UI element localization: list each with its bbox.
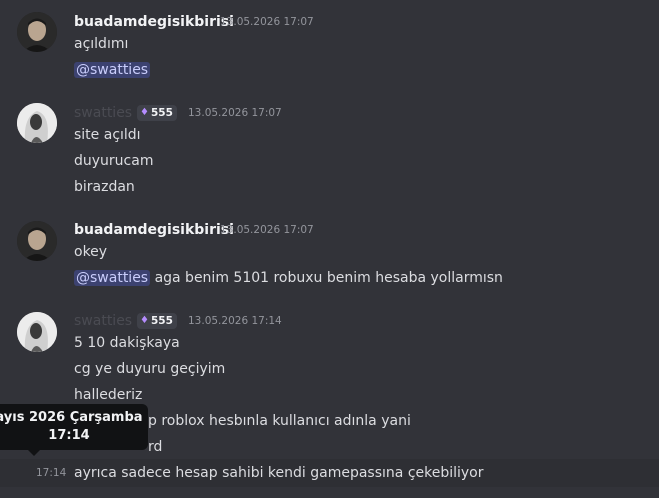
flame-icon: ♦ bbox=[140, 107, 149, 118]
user-avatar-icon bbox=[17, 12, 57, 52]
message-line: ayrıca sadece hesap sahibi kendi gamepas… bbox=[74, 465, 484, 481]
message-line: açıldımı bbox=[74, 36, 129, 52]
avatar[interactable] bbox=[17, 103, 57, 143]
message-timestamp: 13.05.2026 17:07 bbox=[220, 16, 314, 28]
message-line: p roblox hesbınla kullanıcı adınla yani bbox=[148, 413, 411, 429]
message-author[interactable]: buadamdegisikbirisi bbox=[74, 221, 234, 239]
message-line: okey bbox=[74, 244, 108, 260]
user-avatar-icon bbox=[17, 103, 57, 143]
timestamp-tooltip: ayıs 2026 Çarşamba 17:14 bbox=[0, 404, 148, 456]
avatar[interactable] bbox=[17, 312, 57, 352]
message-line: birazdan bbox=[74, 179, 135, 195]
hover-timestamp[interactable]: 17:14 bbox=[36, 465, 66, 481]
message-timestamp: 13.05.2026 17:07 bbox=[220, 224, 314, 236]
server-tag-badge[interactable]: ♦ 555 bbox=[137, 313, 177, 329]
message-timestamp: 13.05.2026 17:14 bbox=[188, 315, 282, 327]
message-line: cg ye duyuru geçiyim bbox=[74, 361, 226, 377]
message-text: aga benim 5101 robuxu benim hesaba yolla… bbox=[154, 270, 503, 286]
server-tag-badge[interactable]: ♦ 555 bbox=[137, 105, 177, 121]
tooltip-caret bbox=[28, 450, 40, 456]
message-line: @swatties bbox=[74, 60, 151, 80]
message-line: site açıldı bbox=[74, 127, 141, 143]
message-line: 5 10 dakişkaya bbox=[74, 335, 180, 351]
tooltip-time: 17:14 bbox=[48, 428, 90, 443]
tooltip-date: ayıs 2026 Çarşamba bbox=[0, 410, 143, 425]
user-avatar-icon bbox=[17, 312, 57, 352]
user-avatar-icon bbox=[17, 221, 57, 261]
user-mention[interactable]: @swatties bbox=[74, 270, 151, 286]
message-timestamp: 13.05.2026 17:07 bbox=[188, 107, 282, 119]
message-author[interactable]: buadamdegisikbirisi bbox=[74, 13, 234, 31]
message-line: rd bbox=[148, 439, 163, 455]
badge-label: 555 bbox=[150, 315, 173, 327]
message-line: hallederiz bbox=[74, 387, 143, 403]
message-author[interactable]: swatties bbox=[74, 104, 132, 122]
message-author[interactable]: swatties bbox=[74, 312, 132, 330]
message-line: duyurucam bbox=[74, 153, 154, 169]
badge-label: 555 bbox=[150, 107, 173, 119]
avatar[interactable] bbox=[17, 12, 57, 52]
flame-icon: ♦ bbox=[140, 315, 149, 326]
user-mention[interactable]: @swatties bbox=[74, 62, 151, 78]
avatar[interactable] bbox=[17, 221, 57, 261]
message-line: @swatties aga benim 5101 robuxu benim he… bbox=[74, 268, 503, 288]
